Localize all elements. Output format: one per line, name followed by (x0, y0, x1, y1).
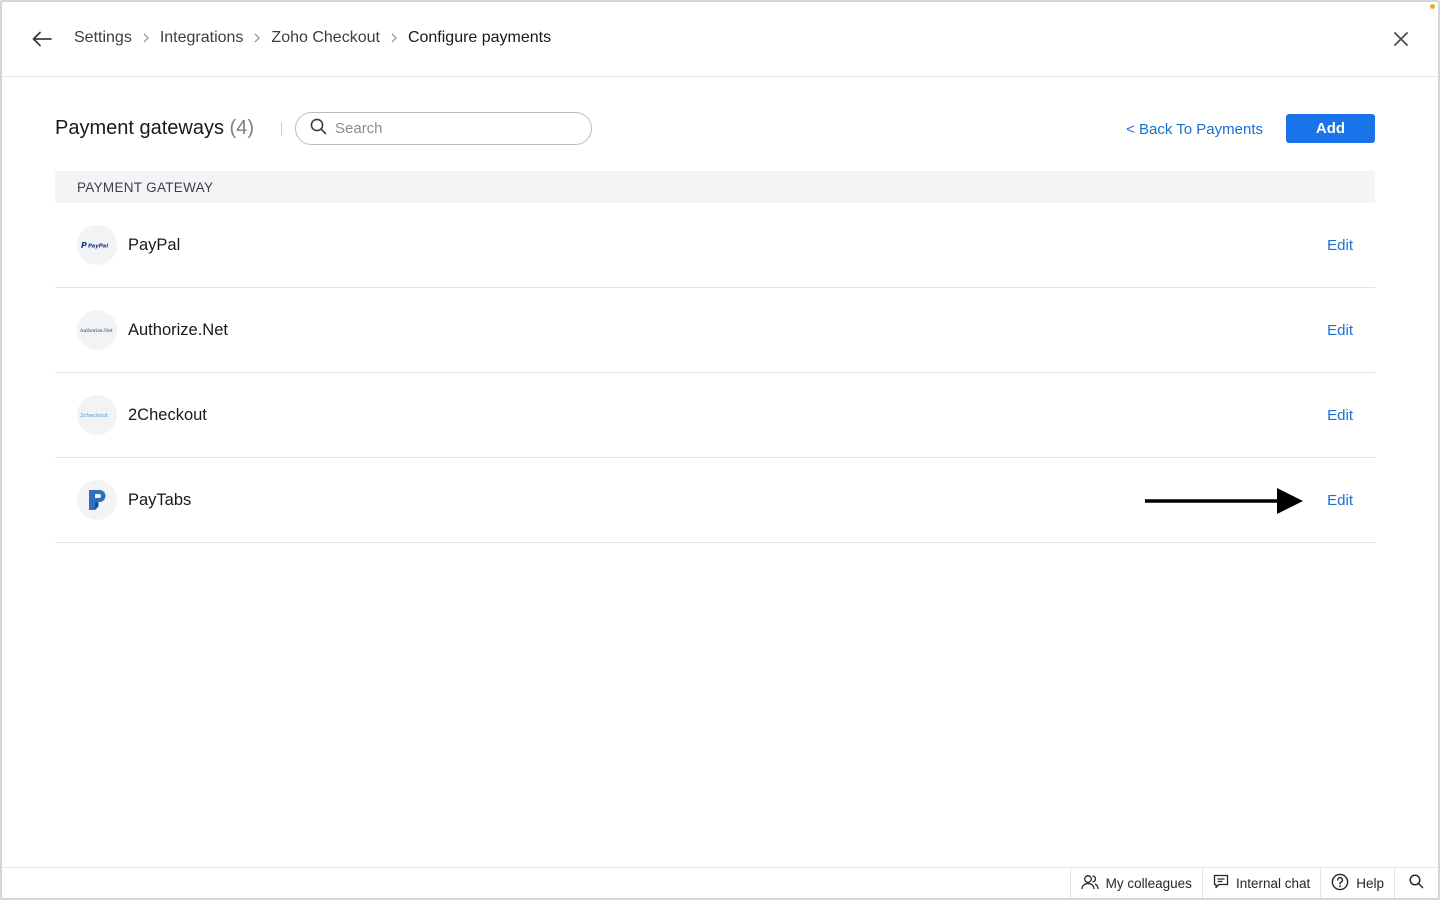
search-icon (1409, 874, 1424, 892)
gateway-list: P PayPal PayPal Edit Authorize.Net Autho… (55, 203, 1375, 543)
back-arrow-icon[interactable] (31, 28, 53, 50)
paytabs-logo-icon (77, 480, 117, 520)
edit-paytabs-link[interactable]: Edit (1327, 492, 1353, 509)
edit-authorize-net-link[interactable]: Edit (1327, 322, 1353, 339)
gateway-count: (4) (229, 117, 254, 139)
search-input[interactable] (335, 120, 565, 137)
chevron-right-icon (247, 32, 267, 44)
close-icon[interactable] (1390, 28, 1412, 50)
chevron-right-icon (384, 32, 404, 44)
2checkout-logo-icon: 2checkout (77, 395, 117, 435)
gateway-name: Authorize.Net (128, 320, 228, 339)
global-search-button[interactable] (1394, 868, 1438, 898)
search-box[interactable] (295, 112, 592, 145)
colleagues-icon (1080, 874, 1099, 893)
back-to-payments-link[interactable]: < Back To Payments (1126, 121, 1263, 138)
page-title-text: Payment gateways (55, 117, 224, 139)
edit-paypal-link[interactable]: Edit (1327, 237, 1353, 254)
my-colleagues-label: My colleagues (1105, 875, 1192, 891)
search-icon (310, 118, 327, 140)
table-row: 2checkout 2Checkout Edit (55, 373, 1375, 458)
internal-chat-button[interactable]: Internal chat (1201, 868, 1320, 898)
table-row: PayTabs Edit (55, 458, 1375, 543)
chevron-right-icon (136, 32, 156, 44)
add-button[interactable]: Add (1286, 114, 1375, 143)
svg-text:P: P (81, 241, 87, 250)
gateway-name: PayPal (128, 235, 181, 254)
paypal-logo-text: PayPal (88, 244, 108, 250)
help-button[interactable]: Help (1320, 868, 1394, 898)
page-title: Payment gateways (4) (55, 117, 254, 140)
edit-2checkout-link[interactable]: Edit (1327, 407, 1353, 424)
paypal-logo-icon: P PayPal (77, 225, 117, 265)
help-label: Help (1356, 875, 1384, 891)
title-row: Payment gateways (4) < Back To Payments … (55, 112, 1375, 146)
breadcrumb-integrations[interactable]: Integrations (160, 29, 244, 47)
chat-icon (1213, 874, 1229, 892)
authorize-net-logo-icon: Authorize.Net (77, 310, 117, 350)
title-divider (281, 122, 282, 136)
gateway-name: 2Checkout (128, 405, 207, 424)
authorize-net-logo-text: Authorize.Net (79, 328, 113, 334)
my-colleagues-button[interactable]: My colleagues (1069, 868, 1202, 898)
breadcrumb-zoho-checkout[interactable]: Zoho Checkout (271, 29, 380, 47)
breadcrumb-configure-payments: Configure payments (407, 29, 552, 46)
table-row: P PayPal PayPal Edit (55, 203, 1375, 288)
gateway-name: PayTabs (128, 490, 192, 509)
top-bar: Settings Integrations Zoho Checkout Conf… (2, 2, 1438, 77)
pointer-arrow-icon (1145, 488, 1303, 514)
table-header: PAYMENT GATEWAY (55, 171, 1375, 203)
internal-chat-label: Internal chat (1235, 875, 1311, 891)
help-icon (1331, 873, 1349, 894)
bottom-bar: My colleagues Internal chat Help (2, 867, 1438, 898)
2checkout-logo-text: 2checkout (80, 413, 108, 419)
column-header-payment-gateway: PAYMENT GATEWAY (77, 179, 214, 195)
breadcrumb: Settings Integrations Zoho Checkout Conf… (74, 29, 551, 47)
table-row: Authorize.Net Authorize.Net Edit (55, 288, 1375, 373)
breadcrumb-settings[interactable]: Settings (74, 29, 132, 47)
